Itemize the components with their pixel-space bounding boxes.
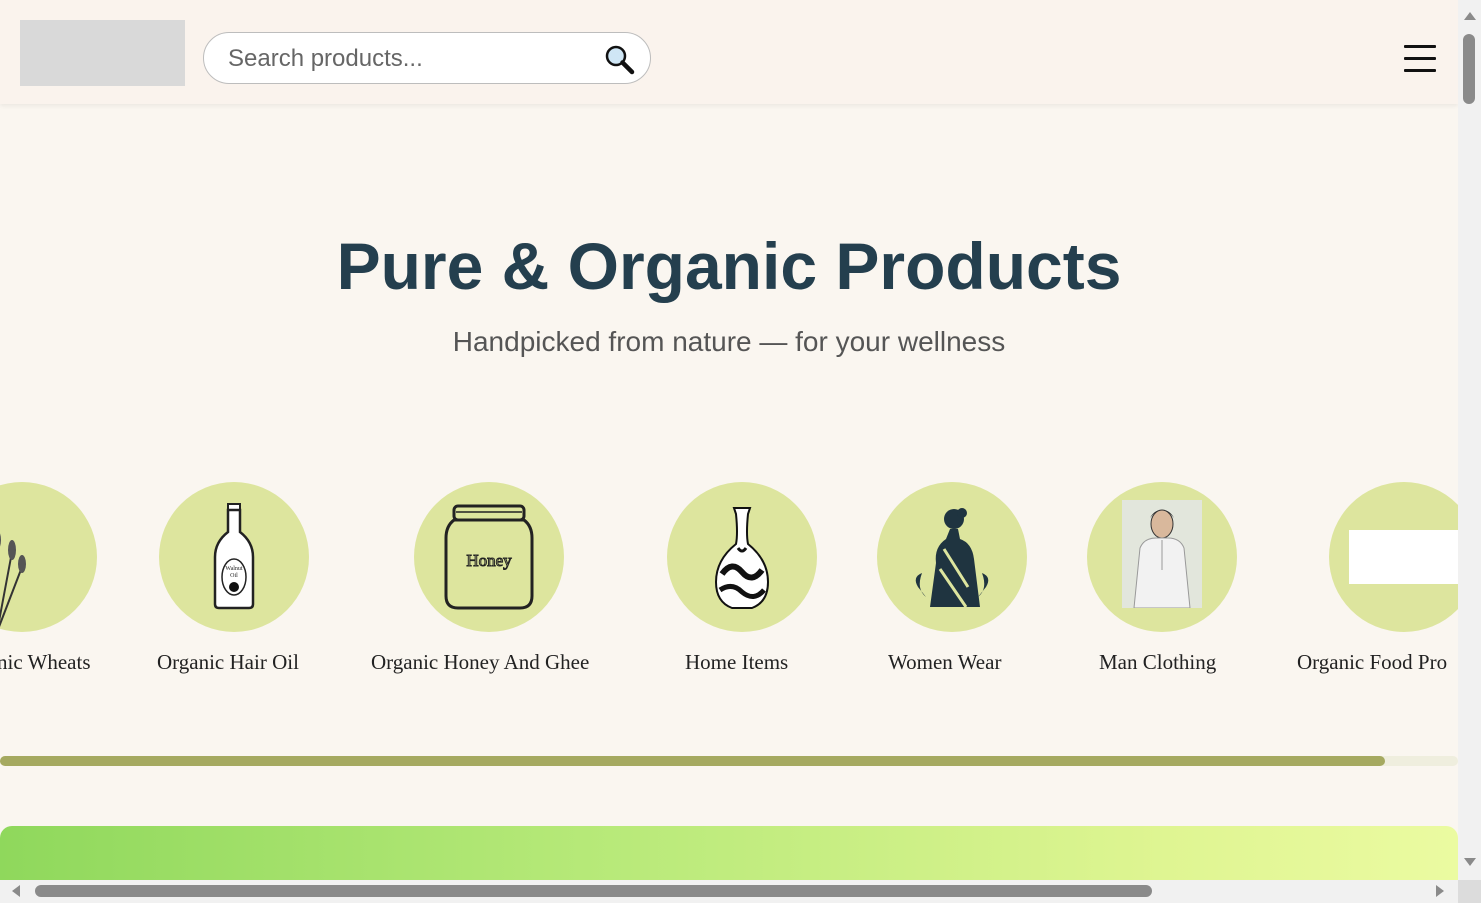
- hamburger-line: [1404, 45, 1436, 48]
- category-circle[interactable]: [667, 482, 817, 632]
- horizontal-scroll-thumb[interactable]: [35, 885, 1152, 897]
- hamburger-line: [1404, 57, 1436, 60]
- category-circle[interactable]: [1329, 482, 1458, 632]
- placeholder-image-icon: [1349, 530, 1458, 584]
- hero-subtitle: Handpicked from nature — for your wellne…: [452, 326, 1006, 357]
- scroll-down-arrow-icon[interactable]: [1464, 858, 1476, 866]
- svg-text:Oil: Oil: [230, 573, 238, 579]
- woman-saree-icon: [915, 508, 989, 608]
- category-carousel[interactable]: nic Wheats Walnut Oil Organic Hair Oil H…: [0, 470, 1458, 700]
- category-circle[interactable]: Walnut Oil: [159, 482, 309, 632]
- category-label: Women Wear: [888, 650, 1002, 674]
- wheat-icon: [0, 533, 26, 627]
- scroll-right-arrow-icon[interactable]: [1436, 885, 1444, 897]
- vertical-scroll-thumb[interactable]: [1463, 34, 1475, 104]
- category-label: Home Items: [685, 650, 789, 674]
- category-circle[interactable]: [1087, 482, 1237, 632]
- category-circle[interactable]: [0, 482, 97, 632]
- hamburger-line: [1404, 69, 1436, 72]
- search-input[interactable]: [226, 43, 600, 75]
- search-button[interactable]: [604, 45, 636, 75]
- oil-bottle-icon: Walnut Oil: [213, 503, 255, 610]
- scroll-up-arrow-icon[interactable]: [1464, 12, 1476, 20]
- category-label: Organic Honey And Ghee: [371, 650, 590, 674]
- category-label: Organic Food Pro: [1297, 650, 1448, 674]
- horizontal-scrollbar[interactable]: [0, 880, 1481, 903]
- site-header: [0, 0, 1458, 104]
- category-circle[interactable]: [877, 482, 1027, 632]
- hamburger-menu-button[interactable]: [1404, 45, 1436, 77]
- category-label: nic Wheats: [0, 650, 91, 674]
- hero-title: Pure & Organic Products: [336, 229, 1122, 303]
- category-circle[interactable]: Honey: [414, 482, 564, 632]
- magnifier-icon: [605, 45, 635, 75]
- category-label: Organic Hair Oil: [157, 650, 299, 674]
- honey-jar-icon: Honey: [444, 504, 534, 610]
- scroll-left-arrow-icon[interactable]: [12, 885, 20, 897]
- carousel-progress: [0, 756, 1458, 766]
- svg-text:Honey: Honey: [466, 551, 512, 570]
- vertical-scrollbar[interactable]: [1458, 0, 1481, 880]
- svg-text:Walnut: Walnut: [225, 566, 243, 572]
- man-kurta-icon: [1122, 500, 1202, 608]
- scrollbar-corner: [1458, 880, 1481, 903]
- category-label: Man Clothing: [1099, 650, 1217, 674]
- site-logo[interactable]: [20, 20, 185, 86]
- search-bar: [203, 32, 651, 84]
- vase-icon: [714, 507, 770, 609]
- promo-banner: [0, 826, 1458, 880]
- carousel-progress-fill: [0, 756, 1386, 766]
